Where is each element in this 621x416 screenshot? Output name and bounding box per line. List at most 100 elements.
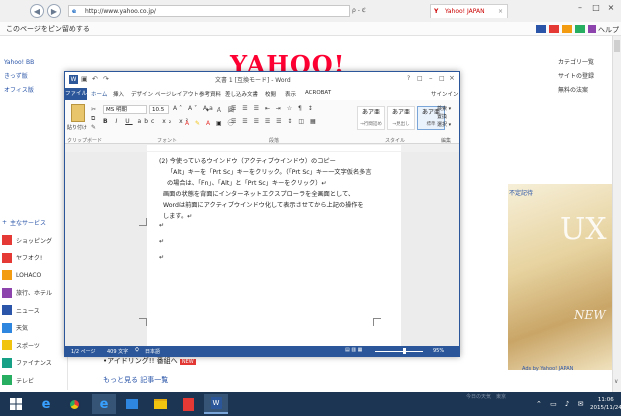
tab-references[interactable]: 参考資料 bbox=[199, 90, 221, 98]
word-minimize-button[interactable]: – bbox=[429, 74, 433, 82]
yahoo-link[interactable]: サイトの登録 bbox=[558, 70, 594, 84]
news-attr-link[interactable]: •アイドリング!! 番組へ NEW bbox=[103, 356, 196, 366]
save-icon[interactable]: ▣ bbox=[81, 75, 88, 83]
service-item[interactable]: ヤフオク! bbox=[0, 249, 67, 267]
services-header[interactable]: + 主なサービス bbox=[0, 214, 67, 232]
word-help-button[interactable]: ? bbox=[407, 75, 410, 82]
service-item[interactable]: 旅行、ホテル bbox=[0, 284, 67, 302]
start-windows-icon[interactable] bbox=[4, 394, 28, 414]
browser-tab[interactable]: Y Yahoo! JAPAN × bbox=[430, 4, 508, 18]
help-link[interactable]: ヘルプ bbox=[598, 25, 619, 35]
taskbar-clock[interactable]: 11:06 2015/11/24 bbox=[590, 396, 621, 412]
word-maximize-button[interactable]: □ bbox=[439, 75, 445, 82]
tab-file[interactable]: ファイル bbox=[65, 88, 87, 100]
style-compact[interactable]: あア亜 →行間詰め bbox=[357, 106, 385, 130]
tab-layout[interactable]: ページレイアウト bbox=[155, 90, 199, 98]
document-line[interactable]: 画面の状態を背面にインターネットエクスプローラを全画面として、 bbox=[163, 189, 399, 200]
cut-icon[interactable]: ✂ bbox=[91, 106, 96, 113]
ie-close-button[interactable]: × bbox=[606, 3, 616, 12]
back-icon[interactable]: ◀ bbox=[30, 4, 44, 18]
align-icons[interactable]: ☰ ☰ ☰ ☰ ☰ ↕ ◫ ▦ bbox=[231, 118, 318, 125]
language-label[interactable]: 日本語 bbox=[145, 348, 160, 355]
redo-icon[interactable]: ↷ bbox=[103, 75, 109, 83]
tab-review[interactable]: 校閲 bbox=[265, 90, 276, 98]
proofing-icon[interactable]: ⛭ bbox=[135, 347, 139, 353]
document-line[interactable]: ↵ bbox=[159, 254, 399, 270]
document-line[interactable]: ↵ bbox=[159, 222, 399, 238]
more-link[interactable]: もっと見る 記事一覧 bbox=[103, 375, 168, 385]
yahoo-link[interactable]: 無料の法案 bbox=[558, 84, 594, 98]
acrobat-taskbar-icon[interactable] bbox=[176, 394, 200, 414]
find-button[interactable]: 検索 ▾ bbox=[437, 105, 451, 113]
tab-insert[interactable]: 挿入 bbox=[113, 90, 124, 98]
font-name-select[interactable]: MS 明朝 bbox=[103, 105, 147, 114]
word-close-button[interactable]: × bbox=[449, 74, 455, 82]
pin-page-link[interactable]: このページをピン留めする bbox=[6, 24, 90, 34]
yahoo-link[interactable]: Yahoo! BB bbox=[4, 56, 34, 70]
yahoo-link[interactable]: 不定記待 bbox=[509, 188, 533, 197]
paste-icon[interactable] bbox=[71, 104, 85, 122]
zoom-slider[interactable] bbox=[375, 351, 423, 352]
tab-design[interactable]: デザイン bbox=[131, 90, 153, 98]
yahoo-link[interactable]: きっず版 bbox=[4, 70, 34, 84]
favorite-icon[interactable] bbox=[549, 25, 559, 33]
signin-link[interactable]: サインイン bbox=[431, 90, 459, 98]
word-count[interactable]: 409 文字 bbox=[107, 348, 128, 355]
tab-acrobat[interactable]: ACROBAT bbox=[305, 90, 331, 96]
tab-mailings[interactable]: 差し込み文書 bbox=[225, 90, 258, 98]
font-color-icons[interactable]: A ✎ A ▣ ㊀ bbox=[185, 118, 236, 127]
horizontal-ruler[interactable] bbox=[65, 144, 459, 152]
font-size-select[interactable]: 10.5 bbox=[149, 105, 169, 114]
tab-close-icon[interactable]: × bbox=[498, 5, 503, 18]
address-bar[interactable]: e http://www.yahoo.co.jp/ bbox=[68, 5, 350, 17]
page-scrollbar[interactable]: ∨ bbox=[612, 36, 621, 392]
document-text[interactable]: (2) 今使っているウインドウ（アクティブウインドウ）のコピー 「Alt」キーを「… bbox=[159, 156, 399, 270]
tray-icons[interactable]: ⌃ ▭ ♪ ✉ bbox=[536, 400, 587, 408]
ad-note[interactable]: Ads by Yahoo! JAPAN bbox=[522, 366, 573, 372]
favorite-icon[interactable] bbox=[588, 25, 596, 33]
select-button[interactable]: 選択 ▾ bbox=[437, 121, 451, 129]
favorite-icon[interactable] bbox=[536, 25, 546, 33]
replace-button[interactable]: 置換 bbox=[437, 113, 451, 121]
chrome-taskbar-icon[interactable] bbox=[62, 394, 86, 414]
address-controls[interactable]: ρ - ℭ bbox=[352, 5, 424, 17]
view-buttons[interactable]: ▤ ▥ ▦ bbox=[345, 347, 362, 353]
service-item[interactable]: スポーツ bbox=[0, 337, 67, 355]
page-count[interactable]: 1/2 ページ bbox=[71, 348, 96, 355]
store-taskbar-icon[interactable] bbox=[120, 394, 144, 414]
explorer-taskbar-icon[interactable] bbox=[148, 394, 172, 414]
document-line[interactable]: 「Alt」キーを「Prt Sc」キーをクリック。（「Prt Sc」キー一文字仮名… bbox=[167, 167, 399, 178]
document-page[interactable]: (2) 今使っているウインドウ（アクティブウインドウ）のコピー 「Alt」キーを「… bbox=[139, 152, 401, 346]
scrollbar-thumb[interactable] bbox=[614, 40, 620, 52]
service-item[interactable]: テレビ bbox=[0, 372, 67, 390]
forward-icon[interactable]: ▶ bbox=[47, 4, 61, 18]
service-item[interactable]: 天気 bbox=[0, 319, 67, 337]
document-line[interactable]: (2) 今使っているウインドウ（アクティブウインドウ）のコピー bbox=[159, 156, 399, 167]
yahoo-link[interactable]: オフィス版 bbox=[4, 84, 34, 98]
ribbon-display-button[interactable]: □ bbox=[417, 75, 423, 82]
tab-home[interactable]: ホーム bbox=[91, 90, 107, 98]
ie-active-taskbar-icon[interactable]: e bbox=[92, 394, 116, 414]
yahoo-link[interactable]: カテゴリ一覧 bbox=[558, 56, 594, 70]
service-item[interactable]: LOHACO bbox=[0, 267, 67, 285]
word-taskbar-icon[interactable]: W bbox=[204, 394, 228, 414]
document-line[interactable]: Wordは前面にアクティブウインドウ化して表示させてから上記の操作を bbox=[163, 200, 399, 211]
zoom-level[interactable]: 95% bbox=[433, 348, 444, 354]
list-icons[interactable]: ☰ ☰ ☰ ⇤ ⇥ ☆ ¶ ↕ bbox=[231, 105, 315, 112]
paste-label[interactable]: 貼り付け bbox=[67, 124, 87, 131]
favorite-icon[interactable] bbox=[562, 25, 572, 33]
document-line[interactable]: ↵ bbox=[159, 238, 399, 254]
service-item[interactable]: ニュース bbox=[0, 302, 67, 320]
scroll-down-icon[interactable]: ∨ bbox=[614, 378, 618, 385]
document-line[interactable]: します。↵ bbox=[163, 211, 399, 222]
document-line[interactable]: の場合は、「Fn」、「Alt」と「Prt Sc」キーをクリック）↵ bbox=[167, 178, 399, 189]
format-painter-icon[interactable]: ✎ bbox=[91, 124, 96, 131]
undo-icon[interactable]: ↶ bbox=[92, 75, 98, 83]
favorite-icon[interactable] bbox=[575, 25, 585, 33]
zoom-thumb[interactable] bbox=[403, 348, 406, 354]
copy-icon[interactable]: ⧉ bbox=[91, 115, 95, 123]
font-style-icons[interactable]: B I U abc x₂ x² bbox=[103, 118, 191, 125]
style-heading[interactable]: あア亜 →見出し bbox=[387, 106, 415, 130]
service-item[interactable]: ファイナンス bbox=[0, 354, 67, 372]
ie-taskbar-icon[interactable]: e bbox=[34, 394, 58, 414]
